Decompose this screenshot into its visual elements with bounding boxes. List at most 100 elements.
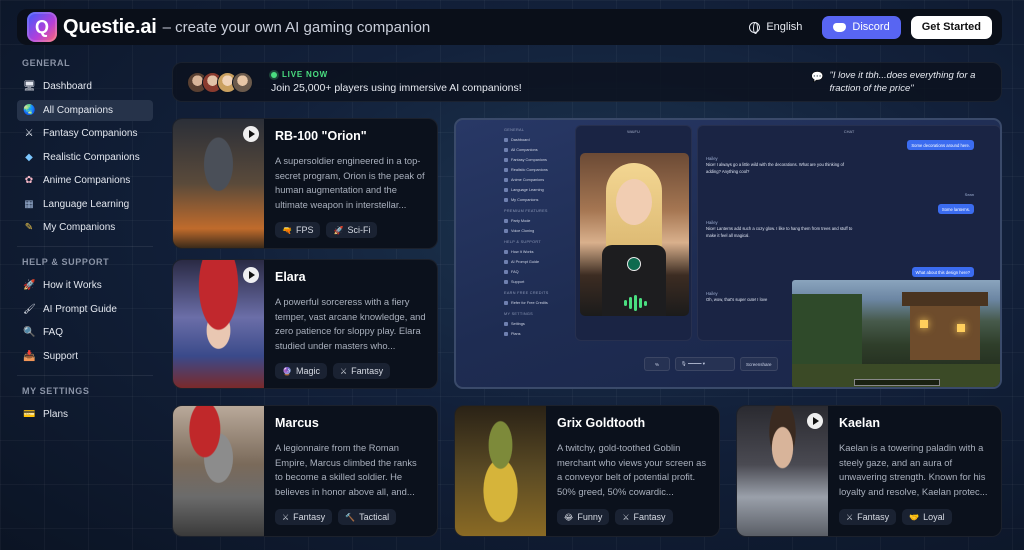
sidebar-item-anime-companions[interactable]: ✿ Anime Companions [17, 170, 153, 191]
card-description: Kaelan is a towering paladin with a stee… [839, 442, 988, 497]
companion-card-kaelan[interactable]: Kaelan Kaelan is a towering paladin with… [736, 405, 1002, 537]
sidebar-item-label: Language Learning [43, 198, 130, 210]
tag-fantasy[interactable]: ⚔ Fantasy [839, 509, 897, 525]
companion-portrait [737, 406, 828, 536]
top-bar: Q Questie.ai – create your own AI gaming… [17, 9, 1002, 45]
card-body: Elara A powerful sorceress with a fiery … [264, 260, 437, 388]
tag-magic[interactable]: 🔮 Magic [275, 363, 327, 379]
chat-text: Nice! I always go a little wild with the… [706, 162, 845, 174]
brush-icon: 🖌 [23, 303, 36, 315]
sidebar-item-plans[interactable]: 💳 Plans [17, 404, 153, 425]
top-actions: English Discord Get Started [749, 15, 992, 39]
sidebar-item-ai-prompt-guide[interactable]: 🖌 AI Prompt Guide [17, 299, 153, 320]
discord-button[interactable]: Discord [822, 15, 901, 39]
pencil-icon: ✎ [24, 222, 34, 233]
live-message: Join 25,000+ players using immersive AI … [271, 82, 522, 94]
tag-fantasy[interactable]: ⚔ Fantasy [332, 363, 391, 379]
preview-nav-item: Anime Companions [504, 175, 568, 185]
preview-nav-item: How It Works [504, 247, 568, 257]
tag-tactical[interactable]: 🔨 Tactical [338, 509, 397, 525]
sidebar-item-support[interactable]: 📥 Support [17, 346, 153, 367]
rocket-icon: 🚀 [333, 225, 344, 235]
tag-loyal[interactable]: 🤝 Loyal [902, 509, 952, 525]
tag-label: Fantasy [293, 512, 326, 522]
tag-label: Fantasy [857, 512, 890, 522]
preview-panel-title: CHAT [843, 129, 855, 134]
get-started-button[interactable]: Get Started [910, 15, 992, 39]
brand-name[interactable]: Questie.ai [63, 16, 157, 39]
play-icon[interactable] [243, 267, 259, 283]
card-title: Grix Goldtooth [557, 416, 646, 430]
card-title: Elara [275, 270, 306, 284]
testimonial: 💬 "I love it tbh...does everything for a… [811, 69, 987, 96]
flower-icon: ✿ [24, 175, 34, 186]
companion-card-elara[interactable]: Elara A powerful sorceress with a fiery … [172, 259, 438, 389]
tag-sci-fi[interactable]: 🚀 Sci-Fi [326, 222, 378, 238]
preview-nav-item: FAQ [504, 267, 568, 277]
live-dot-icon [271, 71, 277, 78]
sidebar-item-label: Fantasy Companions [43, 128, 138, 139]
tag-funny[interactable]: 😂 Funny [557, 509, 610, 525]
swords-icon: ⚔ [282, 512, 290, 522]
game-hotbar-shape [854, 379, 940, 386]
companion-card-marcus[interactable]: Marcus A legionnaire from the Roman Empi… [172, 405, 438, 537]
preview-nav-item: Realistic Companions [504, 165, 568, 175]
discord-icon [833, 22, 847, 32]
play-icon[interactable] [243, 126, 259, 142]
tag-fantasy[interactable]: ⚔ Fantasy [615, 509, 673, 525]
game-house-shape [910, 302, 980, 360]
language-selector[interactable]: English [749, 21, 802, 34]
sidebar-section-general: GENERAL [22, 58, 71, 68]
chat-text: Oh, wow, that's super cute! I love [706, 297, 768, 303]
game-tree-shape [792, 294, 862, 364]
chat-message-companion: Hailey Nice! Lanterns add such a cozy gl… [706, 220, 856, 239]
preview-section-label: EARN FREE CREDITS [504, 291, 549, 295]
tag-label: FPS [295, 225, 314, 235]
sidebar-item-all-companions[interactable]: 🌏 All Companions [17, 99, 153, 121]
sidebar-item-label: My Companions [43, 222, 116, 233]
live-now-badge: LIVE NOW [271, 70, 522, 79]
game-lantern-shape [920, 320, 928, 328]
preview-game-screen [792, 280, 1000, 387]
sidebar-item-language-learning[interactable]: ▦ Language Learning [17, 194, 153, 215]
game-lantern-shape [957, 324, 965, 332]
preview-section-label: HELP & SUPPORT [504, 240, 541, 244]
card-tags: 🔫 FPS 🚀 Sci-Fi [275, 222, 427, 238]
chat-speaker: Sean [964, 192, 974, 197]
tag-fps[interactable]: 🔫 FPS [275, 222, 321, 238]
sidebar-item-label: FAQ [43, 327, 64, 338]
play-icon[interactable] [807, 413, 823, 429]
sidebar-divider [17, 374, 153, 376]
rocket-icon: 🚀 [23, 280, 36, 291]
screenshare-label: Screenshare [746, 361, 772, 367]
app-preview: GENERAL Dashboard All Companions Fantasy… [454, 118, 1002, 389]
sidebar-item-faq[interactable]: 🔍 FAQ [17, 322, 153, 343]
card-body: RB-100 "Orion" A supersoldier engineered… [264, 119, 437, 248]
tag-fantasy[interactable]: ⚔ Fantasy [275, 509, 333, 525]
card-tags: 😂 Funny ⚔ Fantasy [557, 509, 709, 525]
sidebar-item-my-companions[interactable]: ✎ My Companions [17, 217, 153, 238]
preview-nav-item: Refer for Free Credits [504, 298, 568, 308]
preview-nav-item: Support [504, 277, 568, 287]
chat-message-user: What about this design here? [911, 267, 974, 277]
sidebar-section-settings: MY SETTINGS [22, 385, 90, 396]
companion-card-orion[interactable]: RB-100 "Orion" A supersoldier engineered… [172, 118, 438, 249]
chat-message-user: Some lanterns. [937, 204, 974, 214]
swords-icon: ⚔ [622, 512, 630, 522]
avatar [232, 71, 253, 93]
sidebar-item-fantasy-companions[interactable]: ⚔ Fantasy Companions [17, 123, 153, 144]
sidebar-item-how-it-works[interactable]: 🚀 How it Works [17, 275, 153, 296]
sidebar-item-dashboard[interactable]: 🖥 Dashboard [17, 76, 153, 97]
sidebar-item-label: Support [43, 350, 79, 362]
sidebar-item-realistic-companions[interactable]: ◆ Realistic Companions [17, 147, 153, 168]
preview-nav-item: Plans [504, 329, 568, 339]
tag-label: Fantasy [633, 512, 666, 522]
companion-portrait [173, 260, 264, 388]
preview-waifu-panel: WAIFU [575, 125, 692, 341]
monitor-icon: 🖥 [23, 81, 36, 92]
card-description: A twitchy, gold-toothed Goblin merchant … [557, 442, 707, 497]
hammer-icon: 🔨 [345, 512, 356, 522]
logo-icon[interactable]: Q [27, 12, 57, 42]
companion-card-grix-goldtooth[interactable]: Grix Goldtooth A twitchy, gold-toothed G… [454, 405, 720, 537]
card-title: Kaelan [839, 416, 880, 430]
